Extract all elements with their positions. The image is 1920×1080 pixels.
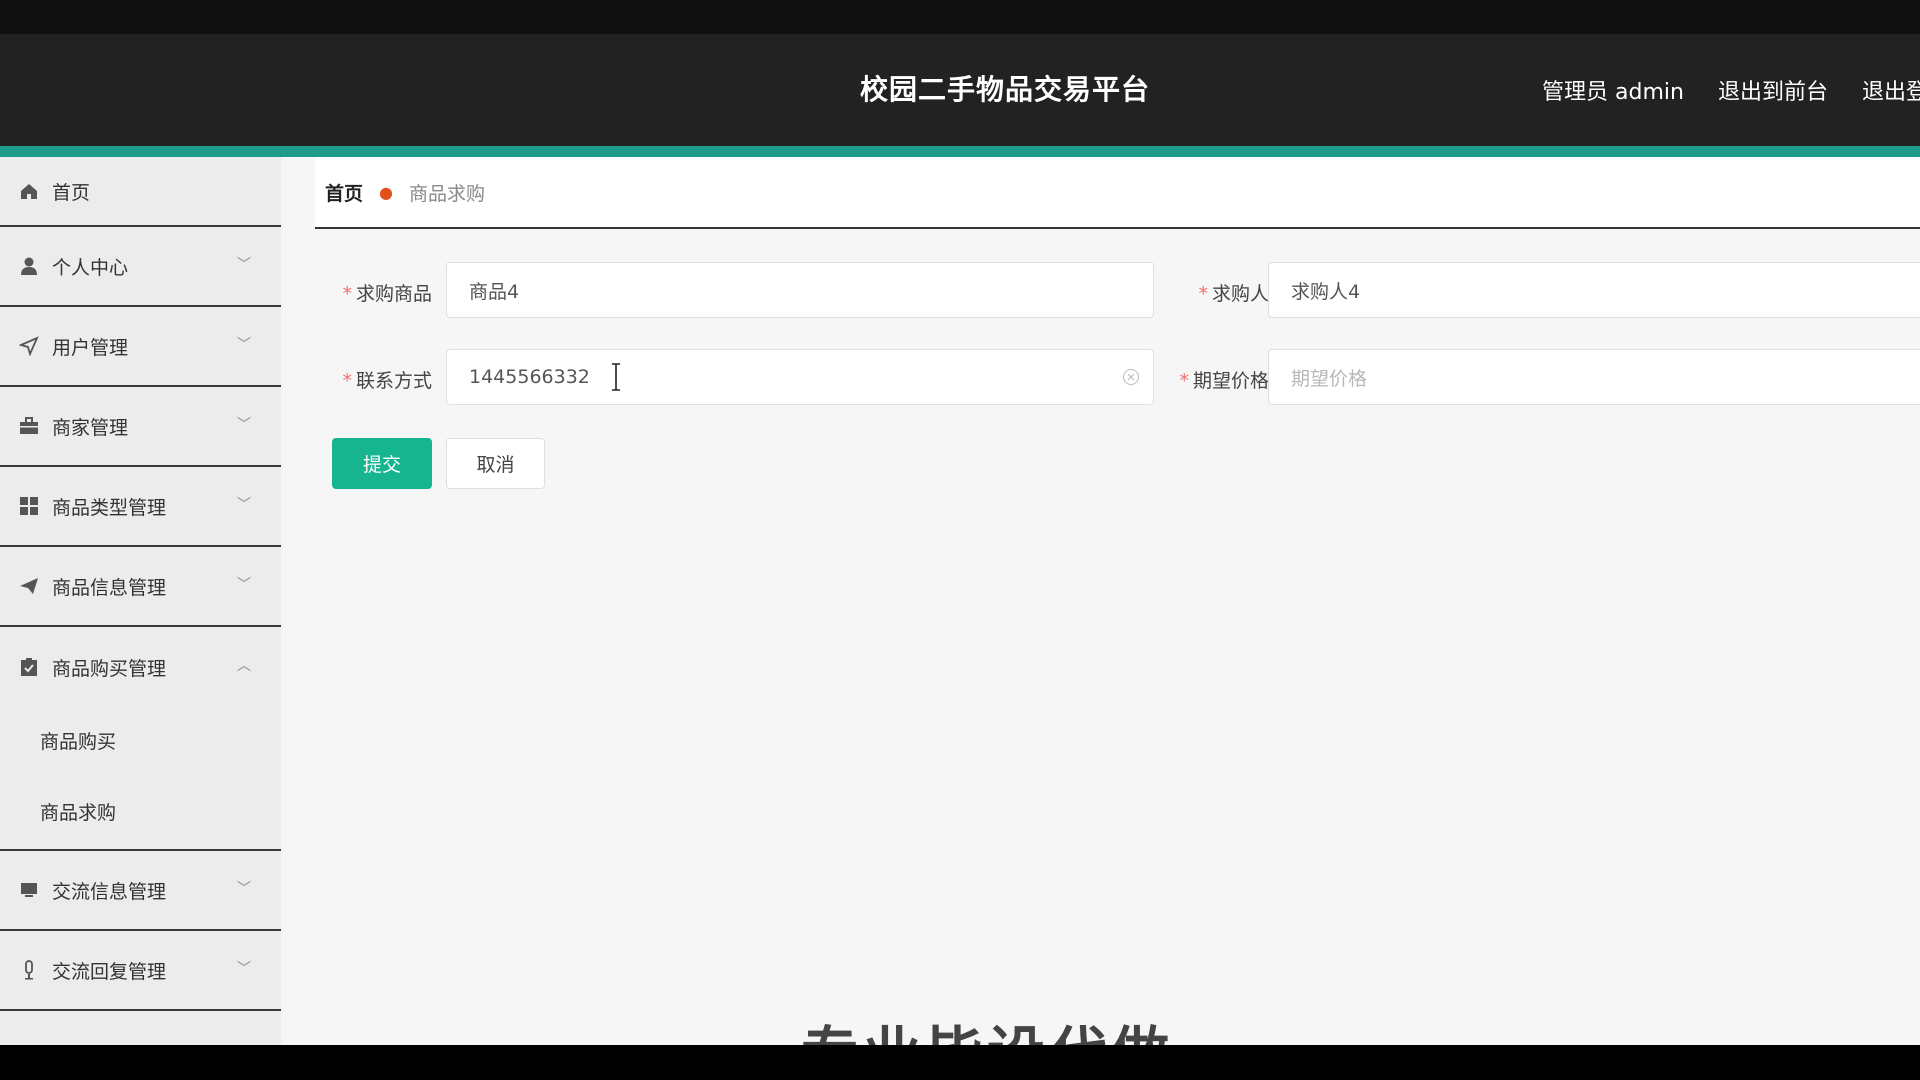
label-text: 求购商品 xyxy=(355,283,432,305)
sidebar-item-label: 商品类型管理 xyxy=(52,496,167,519)
cancel-button[interactable]: 取消 xyxy=(446,438,545,489)
clear-icon[interactable]: ✕ xyxy=(1123,369,1139,385)
label-text: 求购人 xyxy=(1211,283,1269,305)
sidebar-subitem-product-request[interactable]: 商品求购 xyxy=(0,778,281,849)
purchase-submenu: 商品购买 商品求购 xyxy=(0,707,281,851)
sidebar-item-message-management[interactable]: 交流信息管理 ﹀ xyxy=(0,851,281,931)
sidebar: 首页 个人中心 ﹀ 用户管理 ﹀ 商家管理 ﹀ 商品类型管理 ﹀ 商品信息管理 … xyxy=(0,157,281,1045)
price-input[interactable]: 期望价格 xyxy=(1268,349,1920,405)
sidebar-item-personal-center[interactable]: 个人中心 ﹀ xyxy=(0,227,281,307)
sidebar-item-label: 商品购买管理 xyxy=(52,657,167,680)
price-label: * 期望价格 xyxy=(1161,366,1269,393)
sidebar-item-label: 个人中心 xyxy=(52,256,129,279)
bottom-black-bar xyxy=(0,1045,1920,1080)
breadcrumb-home[interactable]: 首页 xyxy=(325,179,363,206)
main-content: 首页 ● 商品求购 * 求购商品 商品4 * 求购人 求购人4 * 联系方式 1445… xyxy=(281,157,1920,1045)
user-icon xyxy=(18,255,40,277)
chevron-up-icon: ︿ xyxy=(237,658,251,674)
breadcrumb: 首页 ● 商品求购 xyxy=(315,157,1920,229)
sidebar-item-label: 商品信息管理 xyxy=(52,576,167,599)
monitor-icon xyxy=(18,879,40,901)
briefcase-icon xyxy=(18,415,40,437)
chevron-down-icon: ﹀ xyxy=(237,417,251,433)
chevron-down-icon: ﹀ xyxy=(237,497,251,513)
required-mark: * xyxy=(342,370,352,392)
sidebar-item-label: 商家管理 xyxy=(52,416,129,439)
product-value: 商品4 xyxy=(469,280,520,303)
grid-icon xyxy=(18,495,40,517)
text-cursor-icon xyxy=(612,363,620,391)
microphone-icon xyxy=(18,959,40,981)
price-placeholder: 期望价格 xyxy=(1291,367,1368,390)
submit-button[interactable]: 提交 xyxy=(332,438,432,489)
breadcrumb-separator-icon: ● xyxy=(379,182,393,202)
chevron-down-icon: ﹀ xyxy=(237,881,251,897)
sidebar-subitem-product-purchase[interactable]: 商品购买 xyxy=(0,707,281,778)
required-mark: * xyxy=(1198,283,1208,305)
sidebar-item-product-info-management[interactable]: 商品信息管理 ﹀ xyxy=(0,547,281,627)
contact-label: * 联系方式 xyxy=(332,366,432,393)
label-text: 期望价格 xyxy=(1192,370,1269,392)
required-mark: * xyxy=(1179,370,1189,392)
sidebar-item-purchase-management[interactable]: 商品购买管理 ︿ xyxy=(0,627,281,707)
admin-label: 管理员 admin xyxy=(1542,80,1684,105)
home-icon xyxy=(18,180,40,202)
sidebar-item-reply-management[interactable]: 交流回复管理 ﹀ xyxy=(0,931,281,1011)
required-mark: * xyxy=(342,283,352,305)
sidebar-item-merchant-management[interactable]: 商家管理 ﹀ xyxy=(0,387,281,467)
paper-plane-icon xyxy=(18,575,40,597)
exit-to-front-link[interactable]: 退出到前台 xyxy=(1718,74,1828,106)
chevron-down-icon: ﹀ xyxy=(237,961,251,977)
sidebar-item-label: 交流回复管理 xyxy=(52,960,167,983)
contact-value: 1445566332 xyxy=(469,366,590,388)
chevron-down-icon: ﹀ xyxy=(237,257,251,273)
header-accent-bar xyxy=(0,146,1920,157)
sidebar-item-product-type-management[interactable]: 商品类型管理 ﹀ xyxy=(0,467,281,547)
chevron-down-icon: ﹀ xyxy=(237,577,251,593)
breadcrumb-current: 商品求购 xyxy=(408,182,485,205)
product-input[interactable]: 商品4 xyxy=(446,262,1154,318)
app-header: 校园二手物品交易平台 管理员 admin 退出到前台 退出登录 xyxy=(0,34,1920,146)
top-black-bar xyxy=(0,0,1920,34)
clipboard-check-icon xyxy=(18,656,40,678)
sidebar-item-label: 交流信息管理 xyxy=(52,880,167,903)
label-text: 联系方式 xyxy=(355,370,432,392)
buyer-label: * 求购人 xyxy=(1161,279,1269,306)
send-icon xyxy=(18,335,40,357)
sidebar-item-label: 首页 xyxy=(52,181,91,204)
product-label: * 求购商品 xyxy=(332,279,432,306)
logout-link[interactable]: 退出登录 xyxy=(1862,74,1920,106)
buyer-input[interactable]: 求购人4 xyxy=(1268,262,1920,318)
sidebar-item-home[interactable]: 首页 xyxy=(0,157,281,227)
sidebar-item-label: 用户管理 xyxy=(52,336,129,359)
contact-input[interactable]: 1445566332 ✕ xyxy=(446,349,1154,405)
sidebar-item-user-management[interactable]: 用户管理 ﹀ xyxy=(0,307,281,387)
watermark-text: 专业毕设代做 xyxy=(801,1007,1173,1045)
chevron-down-icon: ﹀ xyxy=(237,337,251,353)
header-actions: 管理员 admin 退出到前台 退出登录 xyxy=(1542,34,1920,146)
buyer-value: 求购人4 xyxy=(1291,280,1361,303)
